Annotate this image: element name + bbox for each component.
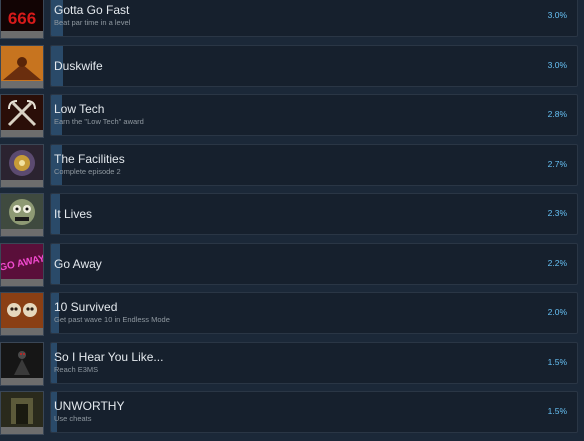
duskwife-icon	[0, 44, 44, 89]
unlock-percent: 2.7%	[547, 158, 567, 169]
achievement-title: Low Tech	[54, 102, 105, 116]
achievement-row[interactable]: Duskwife 3.0%	[0, 44, 584, 95]
achievement-row[interactable]: 10 Survived Get past wave 10 in Endless …	[0, 292, 584, 342]
achievement-row[interactable]: 666 Gotta Go Fast Beat par time in a lev…	[0, 0, 584, 45]
unlock-percent: 3.0%	[547, 10, 567, 20]
achievement-title: UNWORTHY	[54, 399, 125, 413]
unlock-percent: 1.5%	[547, 406, 567, 416]
achievement-row[interactable]: The Facilities Complete episode 2 2.7%	[0, 143, 584, 194]
achievement-description: Use cheats	[54, 414, 92, 423]
achievement-card: 10 Survived Get past wave 10 in Endless …	[50, 292, 578, 334]
unlock-percent: 2.3%	[547, 208, 567, 218]
achievement-description: Reach E3MS	[54, 364, 99, 374]
icon-text: 666	[8, 9, 36, 28]
achievement-description: Earn the "Low Tech" award	[54, 117, 144, 126]
achievement-title: Go Away	[54, 256, 102, 271]
achievement-row[interactable]: UNWORTHY Use cheats 1.5%	[0, 391, 584, 441]
unlock-percent: 2.0%	[547, 307, 567, 317]
unlock-percent: 1.5%	[547, 356, 567, 367]
achievement-description: Get past wave 10 in Endless Mode	[54, 315, 170, 324]
unlock-percent: 2.2%	[547, 257, 567, 268]
achievement-title: It Lives	[54, 207, 93, 221]
achievement-card: It Lives 2.3%	[50, 193, 578, 235]
creature-face-icon	[0, 193, 44, 237]
achievement-card: Duskwife 3.0%	[50, 44, 578, 87]
achievement-row[interactable]: It Lives 2.3%	[0, 193, 584, 243]
achievement-description: Complete episode 2	[54, 166, 121, 176]
achievement-title: So I Hear You Like...	[54, 349, 164, 364]
unlock-percent: 3.0%	[547, 59, 567, 70]
go-away-icon: GO AWAY	[0, 242, 44, 287]
666-icon: 666	[0, 0, 44, 39]
achievement-title: 10 Survived	[54, 300, 118, 314]
achievement-card: UNWORTHY Use cheats 1.5%	[50, 391, 578, 433]
achievement-card: The Facilities Complete episode 2 2.7%	[50, 143, 578, 186]
unlock-percent: 2.8%	[547, 109, 567, 119]
achievement-row[interactable]: So I Hear You Like... Reach E3MS 1.5%	[0, 341, 584, 392]
achievement-title: Gotta Go Fast	[54, 3, 130, 17]
crossed-sickles-icon	[0, 94, 44, 138]
dark-figure-icon	[0, 341, 44, 386]
achievement-row[interactable]: GO AWAY Go Away 2.2%	[0, 242, 584, 293]
achievement-card: Go Away 2.2%	[50, 242, 578, 285]
achievement-title: The Facilities	[54, 151, 125, 166]
achievement-list: 666 Gotta Go Fast Beat par time in a lev…	[0, 0, 584, 437]
skulls-icon	[0, 292, 44, 336]
achievement-card: So I Hear You Like... Reach E3MS 1.5%	[50, 341, 578, 384]
vortex-icon	[0, 143, 44, 188]
achievement-title: Duskwife	[54, 58, 103, 73]
achievement-card: Gotta Go Fast Beat par time in a level 3…	[50, 0, 578, 37]
doorway-icon	[0, 391, 44, 435]
achievement-description: Beat par time in a level	[54, 18, 131, 27]
achievement-card: Low Tech Earn the "Low Tech" award 2.8%	[50, 94, 578, 136]
achievement-row[interactable]: Low Tech Earn the "Low Tech" award 2.8%	[0, 94, 584, 144]
